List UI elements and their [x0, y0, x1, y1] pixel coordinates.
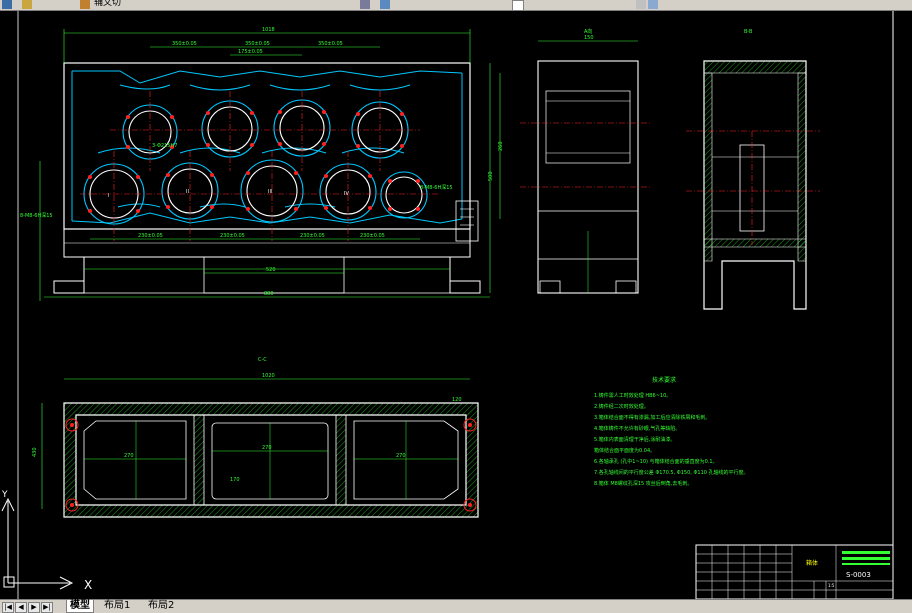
c-section-title: C-C: [258, 357, 267, 363]
hole-callout: 3-Φ215H7: [152, 143, 177, 149]
dim-top-b: 350±0.05: [245, 41, 270, 47]
dim-base-mid: 520: [266, 267, 276, 273]
dim-c-box3: 270: [396, 453, 406, 459]
b-view-outline: [703, 60, 807, 310]
bore-label-1: I: [108, 193, 109, 199]
tab-model[interactable]: 模型: [66, 600, 94, 613]
side-bracket: [455, 200, 479, 242]
tech-item-6: 箱体结合面平面度为0.04。: [594, 447, 655, 454]
front-body-outline: [63, 62, 471, 230]
dim-top-center: 175±0.05: [238, 49, 263, 55]
dim-top-c: 350±0.05: [318, 41, 343, 47]
front-dimensions: [39, 29, 501, 301]
front-view: 1018 350±0.05 350±0.05 350±0.05 175±0.05…: [20, 27, 504, 301]
layout-tab-bar: |◀ ◀ ▶ ▶| 模型 布局1 布局2: [0, 599, 912, 613]
toolbar-icon-3[interactable]: [80, 0, 90, 9]
b-view-title: B-B: [744, 29, 753, 35]
tech-requirements: 技术要求 1.铸件需人工时效处理 HB6~10。 2.铸件经二次时效处理。 3.…: [594, 376, 749, 487]
tab-next-button[interactable]: ▶: [28, 602, 40, 613]
ucs-y-label: Y: [1, 490, 8, 500]
ucs-x-label: X: [84, 578, 92, 592]
upper-bores: [122, 99, 409, 160]
tab-prev-button[interactable]: ◀: [15, 602, 27, 613]
c-section-wall: [63, 402, 479, 518]
c-c-section: C-C 1020 430 270 270 270 170 120: [32, 357, 479, 518]
toolbar-partial-label[interactable]: 辅文切: [94, 0, 121, 9]
foot-left: [53, 280, 85, 294]
dim-c-box-h: 170: [230, 477, 240, 483]
toolbar-icon-8[interactable]: [648, 0, 658, 9]
svg-text:1:5: 1:5: [828, 583, 835, 588]
dim-bottom-d: 230±0.05: [360, 233, 385, 239]
bore-label-3: III: [268, 189, 272, 195]
top-toolbar: 辅文切: [0, 0, 912, 11]
title-block: 箱体 S-0003 1:5: [695, 544, 894, 600]
foot-right: [449, 280, 481, 294]
tech-item-7: 6.各轴承孔 (孔中1~10) 与箱体结合面的垂直度为0.1。: [594, 458, 718, 465]
dim-c-right: 120: [452, 397, 462, 403]
dim-top-a: 350±0.05: [172, 41, 197, 47]
toolbar-icon-5[interactable]: [380, 0, 390, 9]
tech-item-4: 4.箱体铸件不允许有砂眼,气孔等缺陷。: [594, 425, 680, 432]
dim-bottom-a: 230±0.05: [138, 233, 163, 239]
tech-item-8: 7.各孔轴线间的平行度公差 Φ170.5, Φ150, Φ110 孔轴线的平行度…: [594, 469, 749, 476]
bore-label-2: II: [186, 189, 189, 195]
dim-c-box2: 270: [262, 445, 272, 451]
left-note: 8-M8-6H深15: [20, 212, 53, 219]
cad-drawing: 1018 350±0.05 350±0.05 350±0.05 175±0.05…: [1, 11, 894, 600]
tab-layout1[interactable]: 布局1: [102, 600, 132, 612]
tab-first-button[interactable]: |◀: [2, 602, 14, 613]
toolbar-icon-1[interactable]: [2, 0, 12, 9]
bore-label-4: IV: [344, 191, 349, 197]
title-block-number: S-0003: [846, 571, 871, 579]
dim-bottom-b: 230±0.05: [220, 233, 245, 239]
front-centerlines: [80, 91, 440, 241]
drawing-canvas[interactable]: 1018 350±0.05 350±0.05 350±0.05 175±0.05…: [0, 11, 912, 600]
c-pocket-1: [83, 420, 187, 500]
dim-side-width: 150: [584, 35, 594, 41]
toolbar-icon-6[interactable]: [512, 0, 524, 10]
a-view: A向 150: [520, 28, 650, 294]
dim-right-height: 500: [488, 171, 494, 181]
dim-top-overall: 1018: [262, 27, 275, 33]
lower-bores: [83, 159, 428, 225]
dim-c-height: 430: [32, 447, 38, 457]
dim-bottom-c: 230±0.05: [300, 233, 325, 239]
base-rib: [203, 256, 345, 294]
tech-item-3: 3.箱体结合面不得有渗漏,加工后应清除铁屑和毛刺。: [594, 414, 710, 421]
dim-c-box1: 270: [124, 453, 134, 459]
tech-item-2: 2.铸件经二次时效处理。: [594, 403, 649, 410]
tab-last-button[interactable]: ▶|: [41, 602, 53, 613]
hole-callout-2: 8-M8-6H深15: [420, 184, 453, 191]
dim-right-inner: 260: [498, 141, 504, 151]
toolbar-icon-4[interactable]: [360, 0, 370, 9]
dim-base-total: 880: [264, 291, 274, 297]
tech-item-9: 8.箱体 M8螺纹孔深15 攻丝后倒角,去毛刺。: [594, 480, 692, 487]
a-view-title: A向: [584, 28, 592, 35]
b-b-view: B-B: [686, 29, 820, 310]
tech-item-1: 1.铸件需人工时效处理 HB6~10。: [594, 392, 671, 399]
dim-c-total: 1020: [262, 373, 275, 379]
toolbar-icon-2[interactable]: [22, 0, 32, 9]
tech-item-5: 5.箱体内表面清理干净后,涂耐油漆。: [594, 436, 675, 443]
tab-layout2[interactable]: 布局2: [146, 600, 176, 612]
title-block-name: 箱体: [806, 559, 818, 567]
toolbar-icon-7[interactable]: [636, 0, 646, 9]
tech-title: 技术要求: [652, 376, 676, 384]
